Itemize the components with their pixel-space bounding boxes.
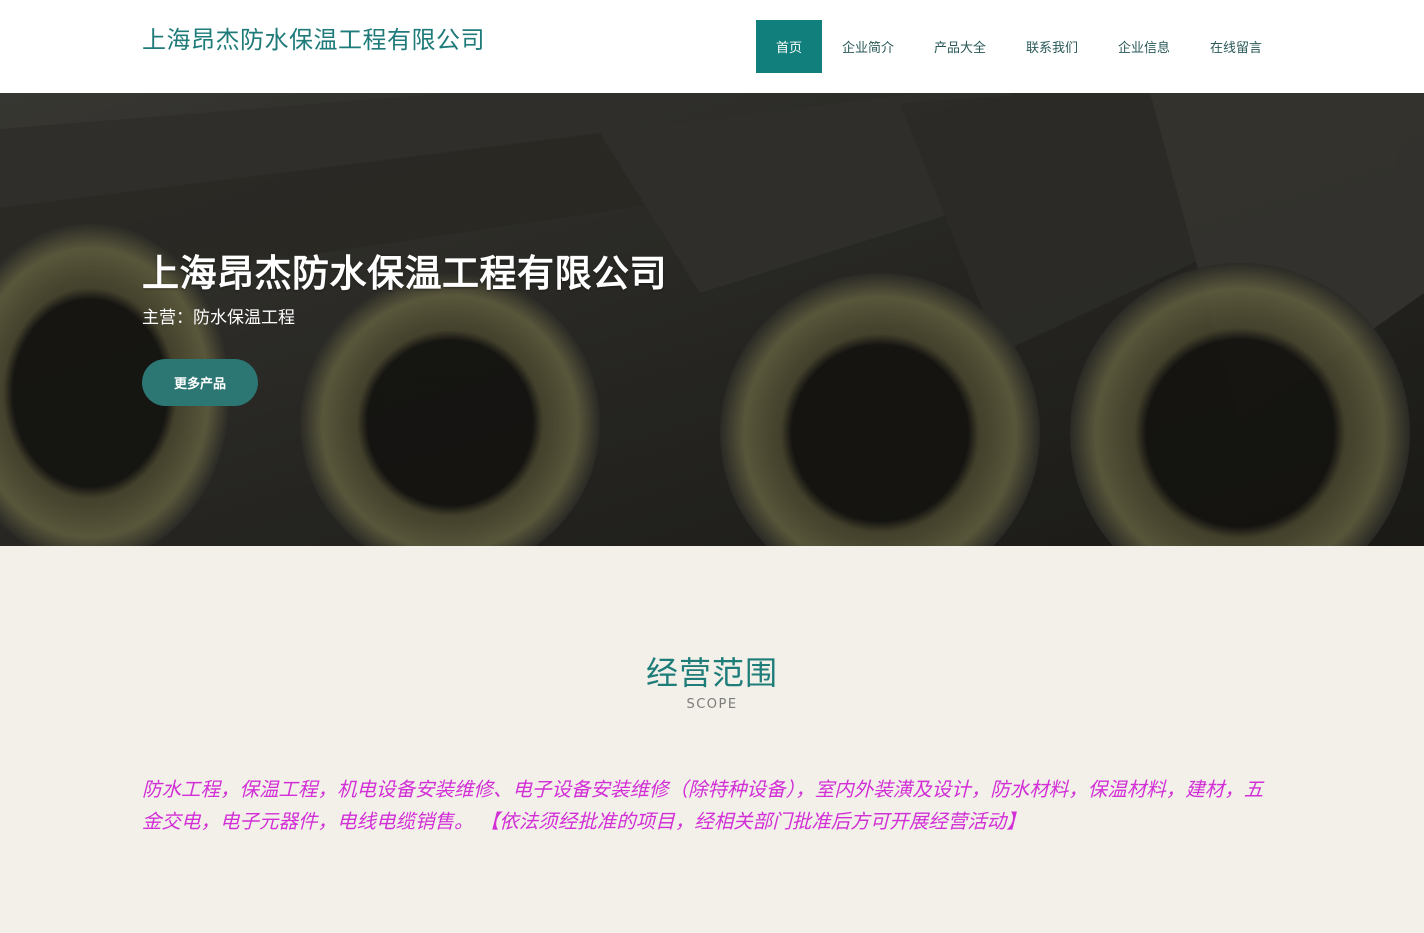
nav-item-about[interactable]: 企业简介 [822, 20, 914, 73]
main-nav: 首页 企业简介 产品大全 联系我们 企业信息 在线留言 [756, 20, 1282, 73]
site-logo[interactable]: 上海昂杰防水保温工程有限公司 [142, 20, 485, 55]
nav-item-contact[interactable]: 联系我们 [1006, 20, 1098, 73]
scope-title: 经营范围 [645, 654, 778, 692]
more-products-button[interactable]: 更多产品 [142, 359, 258, 406]
nav-item-message[interactable]: 在线留言 [1190, 20, 1282, 73]
nav-item-products[interactable]: 产品大全 [914, 20, 1006, 73]
hero-subtitle: 主营：防水保温工程 [142, 308, 295, 328]
hero-title: 上海昂杰防水保温工程有限公司 [142, 252, 667, 295]
scope-subtitle: SCOPE [686, 697, 738, 712]
site-header: 上海昂杰防水保温工程有限公司 首页 企业简介 产品大全 联系我们 企业信息 在线… [0, 0, 1424, 93]
nav-item-company-info[interactable]: 企业信息 [1098, 20, 1190, 73]
hero-banner: 上海昂杰防水保温工程有限公司 主营：防水保温工程 更多产品 [0, 93, 1424, 546]
scope-description: 防水工程，保温工程，机电设备安装维修、电子设备安装维修（除特种设备），室内外装潢… [142, 778, 1264, 833]
nav-item-home[interactable]: 首页 [756, 20, 822, 73]
